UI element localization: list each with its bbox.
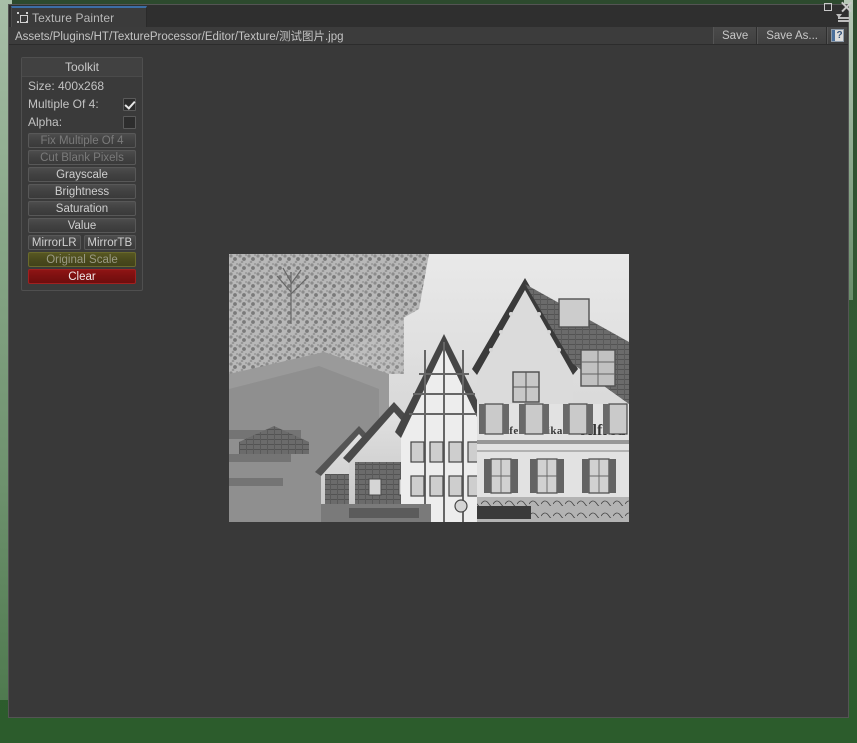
toolkit-row-clear: Clear [22,269,142,284]
toolkit-row-original-scale: Original Scale [22,252,142,267]
toolkit-row-saturation: Saturation [22,201,142,216]
toolkit-row-fix-multiple: Fix Multiple Of 4 [22,133,142,148]
texture-image[interactable]: Seifenfabrikation Alfred [229,254,629,522]
value-button[interactable]: Value [28,218,136,233]
toolkit-alpha-row: Alpha: [22,113,142,131]
toolkit-row-brightness: Brightness [22,184,142,199]
toolkit-row-value: Value [22,218,142,233]
help-book-icon: ? [831,29,844,42]
editor-root: Texture Painter Assets/Plugins/HT/Textur… [0,0,857,743]
toolkit-panel: Toolkit Size: 400x268 Multiple Of 4: Alp… [21,57,143,291]
help-button[interactable]: ? [827,27,847,44]
mirror-lr-button[interactable]: MirrorLR [28,235,81,250]
toolkit-size-label: Size: 400x268 [28,79,105,93]
texture-path-field[interactable]: Assets/Plugins/HT/TextureProcessor/Edito… [15,28,713,44]
tab-label: Texture Painter [32,10,115,25]
toolkit-row-grayscale: Grayscale [22,167,142,182]
saturation-button[interactable]: Saturation [28,201,136,216]
alpha-checkbox[interactable] [123,115,136,129]
original-scale-button[interactable]: Original Scale [28,252,136,267]
brightness-button[interactable]: Brightness [28,184,136,199]
multiple-of-4-label: Multiple Of 4: [28,97,99,111]
texture-painter-window: Texture Painter Assets/Plugins/HT/Textur… [8,4,849,718]
tab-texture-painter[interactable]: Texture Painter [11,6,147,27]
save-as-button[interactable]: Save As... [757,27,827,44]
texture-toolbar: Assets/Plugins/HT/TextureProcessor/Edito… [9,27,848,45]
texture-canvas-area[interactable]: Toolkit Size: 400x268 Multiple Of 4: Alp… [9,45,848,717]
fix-multiple-of-4-button[interactable]: Fix Multiple Of 4 [28,133,136,148]
window-tabbar: Texture Painter [9,5,848,27]
save-button[interactable]: Save [713,27,758,44]
help-glyph: ? [836,30,843,41]
texture-preview[interactable]: Seifenfabrikation Alfred [229,254,629,522]
window-controls [823,1,852,13]
window-menu-icon[interactable] [836,14,852,22]
maximize-icon[interactable] [823,2,834,13]
toolkit-row-cut-blank: Cut Blank Pixels [22,150,142,165]
toolkit-title: Toolkit [22,58,142,77]
multiple-of-4-checkbox[interactable] [123,97,136,111]
mirror-tb-button[interactable]: MirrorTB [83,235,137,250]
close-icon[interactable] [841,1,852,13]
toolkit-row-mirror: MirrorLR MirrorTB [22,235,142,250]
toolkit-multiple-of-4-row: Multiple Of 4: [22,95,142,113]
texture-window-icon [17,12,28,23]
toolkit-size-row: Size: 400x268 [22,77,142,95]
clear-button[interactable]: Clear [28,269,136,284]
cut-blank-pixels-button[interactable]: Cut Blank Pixels [28,150,136,165]
grayscale-button[interactable]: Grayscale [28,167,136,182]
alpha-label: Alpha: [28,115,63,129]
